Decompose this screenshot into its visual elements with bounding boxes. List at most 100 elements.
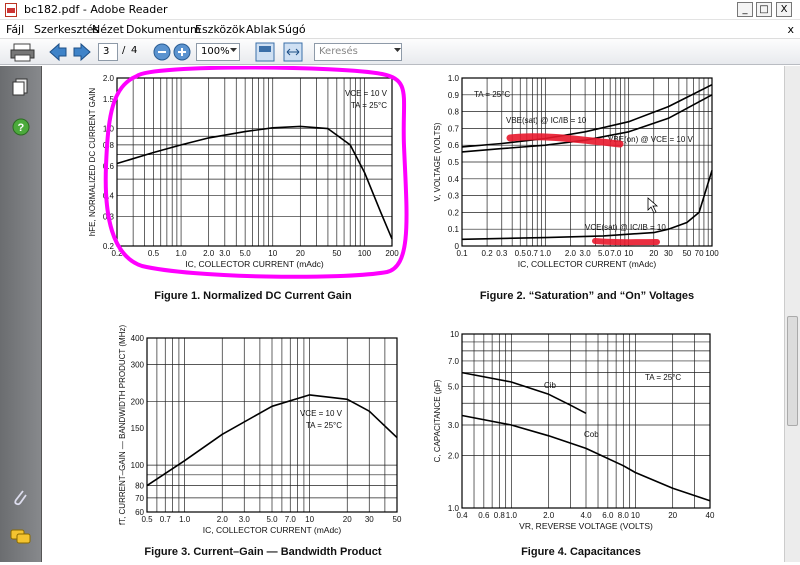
x-axis-label: VR, REVERSE VOLTAGE (VOLTS): [519, 521, 653, 531]
y-tick-label: 400: [131, 334, 145, 343]
x-tick-label: 1.0: [179, 515, 191, 524]
scrollbar-thumb[interactable]: [787, 316, 798, 426]
y-tick-label: 0.4: [448, 175, 460, 184]
y-tick-label: 0.3: [448, 192, 460, 201]
zoom-out-icon[interactable]: [152, 42, 172, 62]
x-tick-label: 50: [332, 249, 341, 258]
x-tick-label: 0.5: [515, 249, 527, 258]
document-page-charts: 0.2 0.5 1.0 2.0 3.0 5.0 10 20 50 100 2000.20.30.40…: [88, 65, 719, 535]
menu-help[interactable]: Súgó: [278, 23, 306, 36]
zoom-in-icon[interactable]: [172, 42, 192, 62]
x-tick-label: 40: [706, 511, 715, 520]
y-axis-label: C, CAPACITANCE (pF): [433, 379, 442, 462]
x-tick-label: 0.5: [148, 249, 160, 258]
x-tick-label: 1.0: [506, 511, 518, 520]
x-tick-label: 50: [682, 249, 691, 258]
y-tick-label: 0: [455, 242, 460, 251]
x-tick-label: 10: [305, 515, 314, 524]
vertical-scrollbar[interactable]: [784, 66, 800, 562]
chart-annotation: VCE = 10 V: [345, 89, 388, 98]
x-tick-label: 0.6: [478, 511, 490, 520]
y-tick-label: 0.1: [448, 225, 460, 234]
x-tick-label: 20: [649, 249, 658, 258]
y-tick-label: 0.2: [103, 242, 115, 251]
attachment-icon[interactable]: [11, 488, 29, 508]
x-tick-label: 5.0: [598, 249, 610, 258]
previous-page-icon[interactable]: [48, 42, 68, 62]
y-tick-label: 5.0: [448, 382, 460, 391]
document-view[interactable]: 0.2 0.5 1.0 2.0 3.0 5.0 10 20 50 100 200 0.2 0.3 0.4 0…: [42, 65, 784, 562]
y-axis-label: hFE, NORMALIZED DC CURRENT GAIN: [88, 88, 97, 237]
y-tick-label: 0.8: [448, 108, 460, 117]
y-tick-label: 0.9: [448, 91, 460, 100]
y-tick-label: 1.0: [448, 74, 460, 83]
x-tick-label: 2.0: [565, 249, 577, 258]
x-tick-label: 20: [668, 511, 677, 520]
x-tick-label: 10: [268, 249, 277, 258]
x-tick-label: 1.0: [540, 249, 552, 258]
series-line-curve: [116, 125, 393, 240]
x-tick-label: 5.0: [266, 515, 278, 524]
close-button[interactable]: X: [776, 2, 792, 17]
menu-tools[interactable]: Eszközök: [195, 23, 245, 36]
comments-icon[interactable]: [10, 528, 32, 546]
x-tick-label: 8.0: [618, 511, 630, 520]
print-icon[interactable]: [10, 42, 36, 62]
menu-bar: Fájl Szerkesztés Nézet Dokumentum Eszköz…: [0, 20, 800, 39]
page-number-input[interactable]: 3: [98, 43, 118, 61]
chart-annotation: Cib: [544, 381, 557, 390]
search-input[interactable]: Keresés: [314, 43, 402, 61]
y-tick-label: 300: [131, 360, 145, 369]
x-tick-label: 10: [624, 249, 633, 258]
page-separator: /: [122, 45, 126, 56]
x-tick-label: 0.7: [160, 515, 172, 524]
toolbar: 3 / 4 100% Keresés: [0, 39, 800, 65]
chevron-down-icon[interactable]: [230, 48, 238, 68]
next-page-icon[interactable]: [72, 42, 92, 62]
y-tick-label: 70: [135, 494, 144, 503]
x-axis-label: IC, COLLECTOR CURRENT (mAdc): [185, 259, 324, 269]
x-tick-label: 30: [365, 515, 374, 524]
x-tick-label: 0.7: [527, 249, 539, 258]
menu-document[interactable]: Dokumentum: [126, 23, 201, 36]
y-axis-label: fT, CURRENT–GAIN — BANDWIDTH PRODUCT (MH…: [118, 325, 127, 526]
maximize-button[interactable]: □: [756, 2, 772, 17]
fit-page-icon[interactable]: [254, 42, 276, 62]
y-tick-label: 3.0: [448, 421, 460, 430]
chart-3: 0.5 0.7 1.0 2.0 3.0 5.0 7.0 10 20 30 5060708010015…: [118, 325, 402, 535]
x-tick-label: 0.8: [494, 511, 506, 520]
x-tick-label: 100: [705, 249, 719, 258]
chart-annotation: VCE = 10 V: [300, 409, 343, 418]
pages-icon[interactable]: [12, 78, 28, 96]
y-tick-label: 10: [450, 330, 459, 339]
x-tick-label: 50: [393, 515, 402, 524]
y-tick-label: 200: [131, 398, 145, 407]
search-dropdown-icon[interactable]: [394, 48, 402, 68]
y-tick-label: 100: [131, 461, 145, 470]
y-tick-label: 2.0: [103, 74, 115, 83]
y-tick-label: 2.0: [448, 452, 460, 461]
y-axis-label: V, VOLTAGE (VOLTS): [433, 122, 442, 201]
x-tick-label: 1.0: [176, 249, 188, 258]
menu-window[interactable]: Ablak: [246, 23, 277, 36]
chart-annotation: TA = 25°C: [474, 90, 510, 99]
menu-file[interactable]: Fájl: [6, 23, 24, 36]
x-tick-label: 6.0: [602, 511, 614, 520]
fit-width-icon[interactable]: [282, 42, 304, 62]
x-tick-label: 4.0: [580, 511, 592, 520]
x-tick-label: 2.0: [203, 249, 215, 258]
minimize-button[interactable]: _: [737, 2, 753, 17]
document-close-button[interactable]: x: [787, 23, 794, 36]
x-tick-label: 7.0: [285, 515, 297, 524]
y-tick-label: 0.7: [448, 124, 460, 133]
figure4-caption: Figure 4. Capacitances: [521, 546, 641, 558]
x-tick-label: 3.0: [239, 515, 251, 524]
help-icon[interactable]: ?: [12, 118, 30, 136]
x-tick-label: 10: [631, 511, 640, 520]
menu-view[interactable]: Nézet: [92, 23, 124, 36]
figure2-caption: Figure 2. “Saturation” and “On” Voltages: [479, 290, 695, 302]
chart-annotation: TA = 25°C: [351, 101, 387, 110]
figure1-caption: Figure 1. Normalized DC Current Gain: [154, 290, 352, 302]
pdf-file-icon: [5, 3, 17, 17]
menu-edit[interactable]: Szerkesztés: [34, 23, 99, 36]
